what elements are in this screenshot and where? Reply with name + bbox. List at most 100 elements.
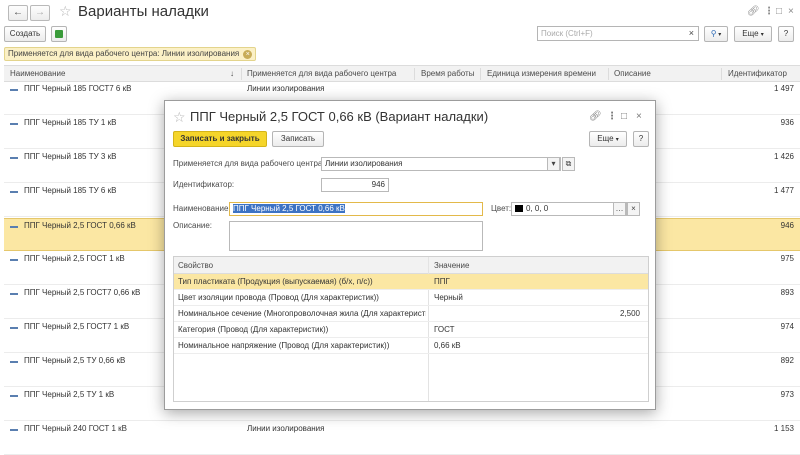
item-marker-icon [10,327,18,329]
more-label: Еще [742,29,759,38]
property-row[interactable]: Номинальное сечение (Многопроволочная жи… [174,306,648,322]
row-name: ППГ Черный 185 ТУ 3 кВ [24,152,117,161]
color-swatch-icon [515,205,523,213]
row-workcenter: Линии изолирования [247,424,325,433]
dropdown-icon[interactable]: ▾ [547,157,560,171]
dialog-more-button[interactable]: Еще ▾ [589,131,627,147]
close-icon[interactable]: × [636,112,642,122]
col-unit[interactable]: Единица измерения времени [487,66,596,82]
property-value: ППГ [434,277,450,286]
row-id: 893 [780,288,794,297]
property-name: Цвет изоляции провода (Провод (Для харак… [178,293,379,302]
row-name: ППГ Черный 240 ГОСТ 1 кВ [24,424,127,433]
forward-arrow-icon: → [35,7,45,18]
col-name[interactable]: Наименование [10,66,65,82]
clear-icon[interactable]: × [689,27,694,40]
row-name: ППГ Черный 185 ТУ 6 кВ [24,186,117,195]
dialog-help-label: ? [638,134,644,143]
row-id: 1 497 [773,84,794,93]
value-col: Значение [434,261,470,270]
description-field[interactable] [229,221,483,251]
dialog-help-button[interactable]: ? [633,131,649,147]
property-col: Свойство [178,261,214,270]
close-icon[interactable]: × [788,7,794,17]
help-label: ? [783,29,789,38]
help-button[interactable]: ? [778,26,794,42]
open-icon[interactable]: ⧉ [562,157,575,171]
save-label: Записать [280,134,316,143]
row-id: 1 477 [773,186,794,195]
back-button[interactable]: ← [8,5,28,21]
create-label: Создать [9,29,41,38]
identifier-label: Идентификатор: [173,180,235,189]
name-field[interactable]: ППГ Черный 2,5 ГОСТ 0,66 кВ [229,202,483,216]
table-header: Наименование ↓ Применяется для вида рабо… [4,65,800,82]
identifier-value: 946 [371,180,385,189]
property-name: Тип пластиката (Продукция (выпускаемая) … [178,277,373,286]
forward-button[interactable]: → [30,5,50,21]
property-row[interactable]: Номинальное напряжение (Провод (Для хара… [174,338,648,354]
row-name: ППГ Черный 2,5 ГОСТ7 0,66 кВ [24,288,141,297]
row-id: 1 426 [773,152,794,161]
chevron-down-icon: ▾ [615,137,619,143]
save-button[interactable]: Записать [272,131,324,147]
property-value: Черный [434,293,463,302]
save-copy-button[interactable] [51,26,67,42]
property-name: Номинальное сечение (Многопроволочная жи… [178,309,426,318]
search-button[interactable]: ⚲ ▾ [704,26,728,42]
color-label: Цвет: [491,204,512,213]
row-name: ППГ Черный 185 ГОСТ7 6 кВ [24,84,132,93]
row-id: 946 [780,221,794,230]
window-title: Варианты наладки [78,3,209,20]
dialog-more-label: Еще [597,134,614,143]
link-icon[interactable]: 🔗︎ [747,7,760,17]
row-workcenter: Линии изолирования [247,84,325,93]
workcenter-value: Линии изолирования [325,159,403,168]
favorite-star-icon[interactable]: ☆ [59,4,72,18]
property-row[interactable]: Категория (Провод (Для характеристик)) ГО… [174,322,648,338]
maximize-icon[interactable]: □ [621,112,627,122]
description-label: Описание: [173,221,213,230]
filter-chip[interactable]: Применяется для вида рабочего центра: Ли… [4,47,257,61]
create-button[interactable]: Создать [4,26,46,42]
item-marker-icon [10,361,18,363]
name-value: ППГ Черный 2,5 ГОСТ 0,66 кВ [233,204,345,213]
name-label: Наименование: [173,204,231,213]
maximize-icon[interactable]: □ [776,7,782,17]
link-icon[interactable]: 🔗︎ [589,112,602,122]
setup-variant-dialog: ☆ ППГ Черный 2,5 ГОСТ 0,66 кВ (Вариант н… [164,100,656,410]
green-save-icon [55,30,63,38]
remove-filter-icon[interactable]: × [243,50,253,59]
color-field[interactable]: 0, 0, 0 [511,202,627,216]
item-marker-icon [10,429,18,431]
identifier-field[interactable]: 946 [321,178,389,192]
row-id: 892 [780,356,794,365]
row-name: ППГ Черный 2,5 ГОСТ7 1 кВ [24,322,130,331]
property-row-selected[interactable]: Тип пластиката (Продукция (выпускаемая) … [174,274,648,290]
property-row[interactable]: Цвет изоляции провода (Провод (Для харак… [174,290,648,306]
table-row[interactable]: ППГ Черный 240 ГОСТ 1 кВ Линии изолирован… [4,422,800,455]
item-marker-icon [10,123,18,125]
workcenter-field[interactable]: Линии изолирования [321,157,561,171]
more-vert-icon[interactable]: ⋮ [764,7,774,17]
col-description[interactable]: Описание [614,66,651,82]
chevron-down-icon: ▾ [760,32,764,38]
row-id: 975 [780,254,794,263]
search-input[interactable]: Поиск (Ctrl+F) × [537,26,699,41]
item-marker-icon [10,293,18,295]
ellipsis-icon[interactable]: … [613,202,626,216]
property-value: ГОСТ [434,325,455,334]
more-vert-icon[interactable]: ⋮ [607,112,617,122]
sort-arrow-icon[interactable]: ↓ [230,66,234,82]
clear-icon[interactable]: × [627,202,640,216]
col-workcenter[interactable]: Применяется для вида рабочего центра [247,66,396,82]
item-marker-icon [10,259,18,261]
save-and-close-button[interactable]: Записать и закрыть [173,131,267,147]
dialog-title: ППГ Черный 2,5 ГОСТ 0,66 кВ (Вариант нал… [190,109,489,124]
more-button[interactable]: Еще ▾ [734,26,772,42]
col-identifier[interactable]: Идентификатор [728,66,787,82]
favorite-star-icon[interactable]: ☆ [173,110,186,124]
item-marker-icon [10,157,18,159]
col-worktime[interactable]: Время работы [421,66,474,82]
properties-header: Свойство Значение [174,257,648,274]
